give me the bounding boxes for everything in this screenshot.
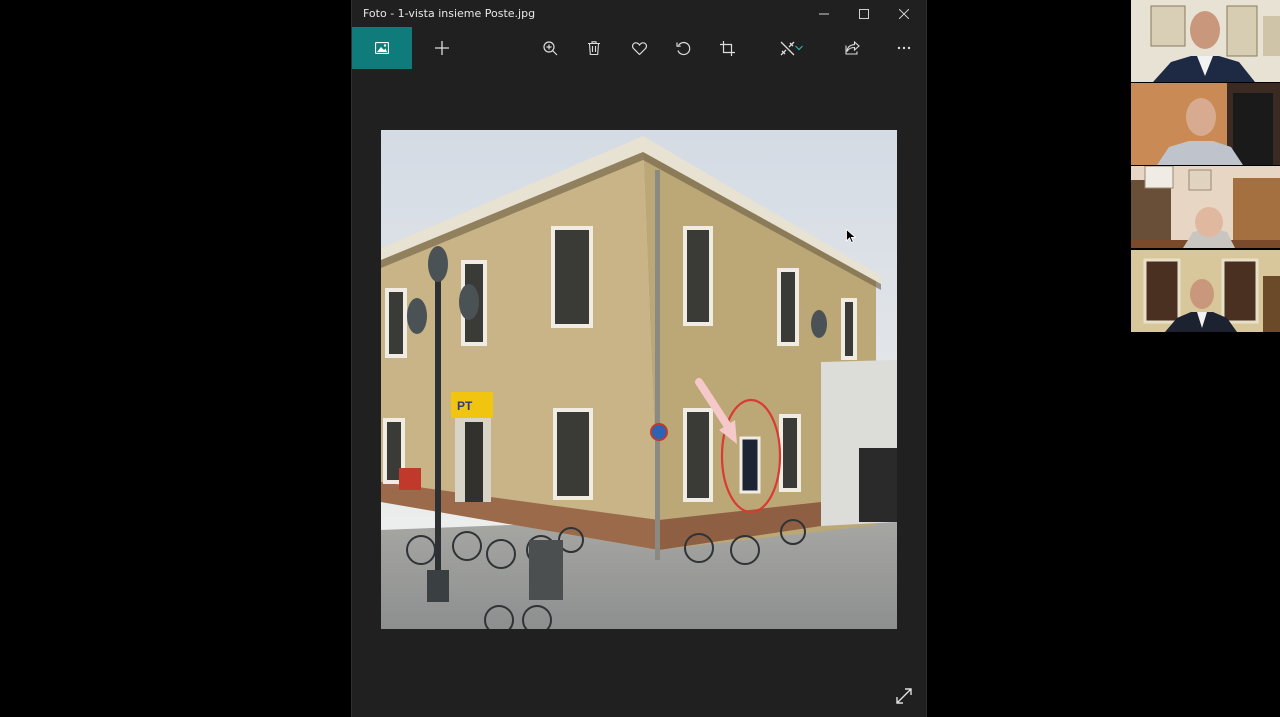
pt-sign: PT: [457, 399, 473, 413]
window-title: Foto - 1-vista insieme Poste.jpg: [363, 7, 536, 20]
favorite-icon: [631, 41, 647, 55]
participant-tile[interactable]: [1131, 83, 1280, 165]
participant-tile[interactable]: [1131, 250, 1280, 332]
crop-icon: [719, 40, 735, 56]
photos-app-window: Foto - 1-vista insieme Poste.jpg PT: [352, 0, 926, 717]
zoom-in-icon: [542, 40, 557, 55]
close-button[interactable]: [884, 0, 924, 27]
toolbar: [352, 27, 926, 69]
favorite-button[interactable]: [622, 27, 656, 69]
collection-button[interactable]: [352, 27, 412, 69]
fullscreen-button[interactable]: [892, 684, 916, 708]
cursor-icon: [846, 228, 857, 244]
photo-view: PT: [381, 130, 897, 629]
participant-video: [1131, 0, 1280, 82]
title-bar: Foto - 1-vista insieme Poste.jpg: [352, 0, 926, 27]
delete-button[interactable]: [577, 27, 611, 69]
share-icon: [844, 41, 860, 55]
maximize-button[interactable]: [844, 0, 884, 27]
rotate-button[interactable]: [666, 27, 700, 69]
minimize-icon: [819, 13, 829, 14]
collection-icon: [375, 42, 389, 54]
participant-video: [1131, 166, 1280, 248]
more-button[interactable]: [887, 27, 921, 69]
minimize-button[interactable]: [804, 0, 844, 27]
add-button[interactable]: [425, 27, 459, 69]
rotate-icon: [675, 41, 690, 55]
maximize-icon: [859, 8, 869, 19]
more-icon: [897, 46, 911, 50]
participant-video: [1131, 83, 1280, 165]
participant-video: [1131, 250, 1280, 332]
add-icon: [435, 41, 449, 55]
zoom-in-button[interactable]: [533, 27, 567, 69]
mouse-cursor: [846, 228, 857, 247]
building-photo: PT: [381, 130, 897, 629]
crop-button[interactable]: [710, 27, 744, 69]
edit-dropdown-button[interactable]: [789, 27, 809, 69]
expand-icon: [896, 688, 912, 704]
share-button[interactable]: [835, 27, 869, 69]
chevron-down-icon: [795, 45, 803, 51]
delete-icon: [588, 41, 600, 55]
participant-tile[interactable]: [1131, 0, 1280, 82]
participant-tile[interactable]: [1131, 166, 1280, 248]
close-icon: [899, 8, 909, 19]
